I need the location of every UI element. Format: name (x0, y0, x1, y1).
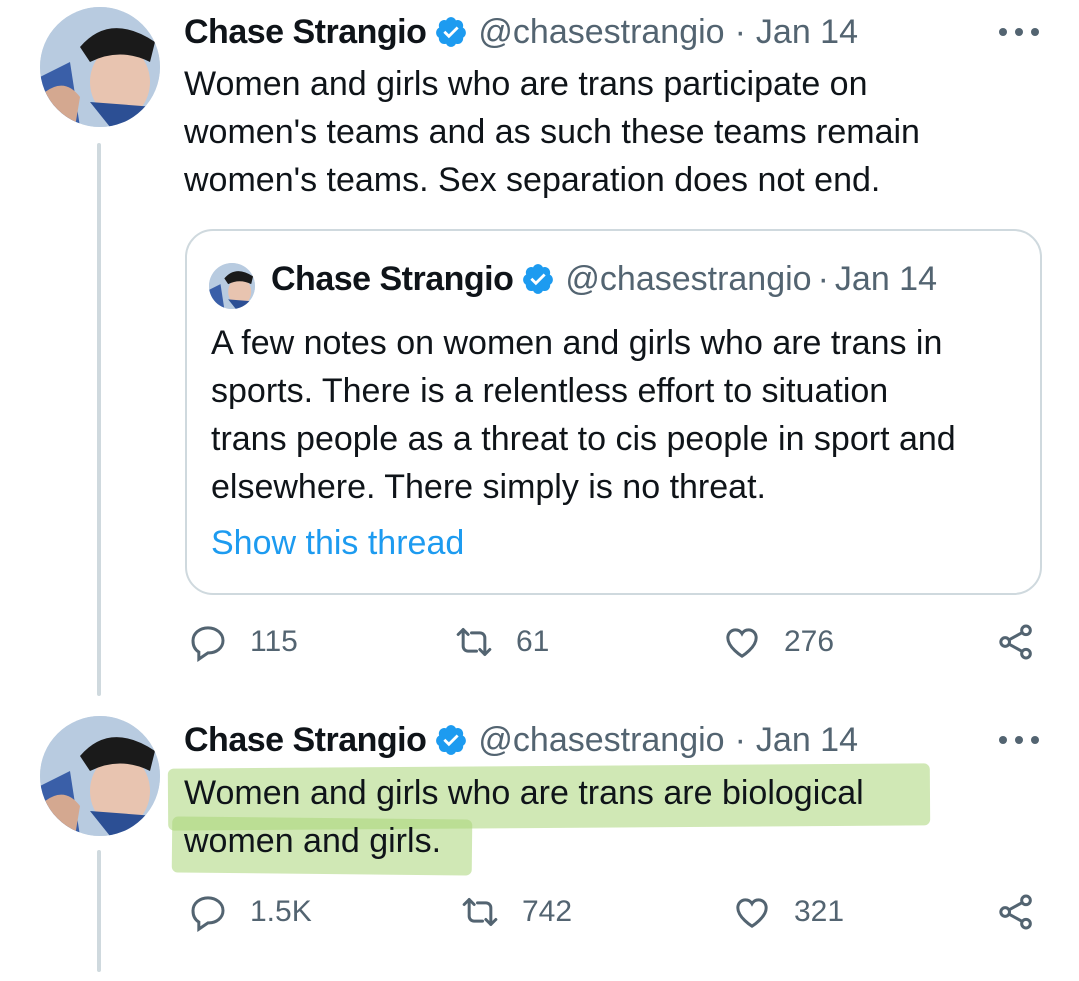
separator: · (734, 12, 746, 51)
tweet-text: Women and girls who are trans are biolog… (184, 769, 864, 865)
share-button[interactable] (996, 617, 1058, 667)
tweet-text-line: women's teams. Sex separation does not e… (184, 161, 881, 199)
like-count: 321 (794, 895, 845, 928)
quoted-date: Jan 14 (834, 259, 938, 298)
retweet-button[interactable]: 742 (460, 887, 572, 937)
tweet-actions: 1.5K 742 321 (184, 887, 1044, 937)
show-thread-link[interactable]: Show this thread (211, 524, 464, 563)
tweet-actions: 115 61 276 (184, 617, 1044, 667)
share-icon (999, 894, 1032, 930)
retweet-button[interactable]: 61 (454, 617, 549, 667)
quoted-text: A few notes on women and girls who are t… (211, 319, 1031, 511)
retweet-icon (456, 628, 492, 656)
separator: · (817, 259, 829, 298)
tweet-1[interactable]: Chase Strangio @chasestrangio · Jan 14 W… (0, 0, 1079, 700)
retweet-icon (462, 898, 498, 926)
retweet-count: 742 (522, 895, 573, 928)
reply-button[interactable]: 1.5K (188, 887, 312, 937)
tweet-header: Chase Strangio @chasestrangio · Jan 14 (184, 12, 858, 52)
author-name[interactable]: Chase Strangio (184, 13, 427, 52)
more-options-icon[interactable] (999, 22, 1039, 42)
separator: · (734, 720, 746, 759)
tweet-text-line: Women and girls who are trans are biolog… (184, 774, 864, 812)
quoted-handle: @chasestrangio (565, 259, 812, 298)
quoted-text-line: sports. There is a relentless effort to … (211, 372, 889, 410)
share-button[interactable] (996, 887, 1058, 937)
tweet-text: Women and girls who are trans participat… (184, 60, 920, 204)
tweet-2[interactable]: Chase Strangio @chasestrangio · Jan 14 W… (0, 700, 1079, 981)
reply-button[interactable]: 115 (188, 617, 298, 667)
verified-badge-icon (436, 725, 467, 755)
more-options-icon[interactable] (999, 730, 1039, 750)
author-handle[interactable]: @chasestrangio (478, 13, 724, 52)
quoted-header: Chase Strangio @chasestrangio · Jan 14 (271, 259, 937, 299)
tweet-header: Chase Strangio @chasestrangio · Jan 14 (184, 720, 858, 760)
tweet-date[interactable]: Jan 14 (756, 721, 858, 760)
quoted-avatar (209, 263, 255, 309)
like-button[interactable]: 321 (732, 887, 844, 937)
reply-count: 115 (250, 625, 298, 658)
share-icon (999, 624, 1032, 660)
avatar[interactable] (40, 716, 160, 836)
reply-icon (191, 896, 225, 932)
avatar[interactable] (40, 7, 160, 127)
reply-icon (191, 626, 225, 662)
verified-badge-icon (436, 17, 467, 47)
thread-connector (97, 143, 101, 696)
author-name[interactable]: Chase Strangio (184, 721, 427, 760)
reply-count: 1.5K (250, 895, 312, 928)
retweet-count: 61 (516, 625, 550, 658)
tweet-date[interactable]: Jan 14 (756, 13, 858, 52)
heart-icon (726, 628, 758, 658)
verified-badge-icon (523, 264, 554, 294)
quoted-tweet[interactable]: Chase Strangio @chasestrangio · Jan 14 A… (185, 229, 1042, 595)
thread-connector (97, 850, 101, 972)
like-button[interactable]: 276 (722, 617, 834, 667)
quoted-text-line: trans people as a threat to cis people i… (211, 420, 956, 458)
tweet-text-line: Women and girls who are trans participat… (184, 65, 868, 103)
author-handle[interactable]: @chasestrangio (478, 721, 724, 760)
quoted-text-line: A few notes on women and girls who are t… (211, 324, 943, 362)
like-count: 276 (784, 625, 835, 658)
quoted-author-name: Chase Strangio (271, 259, 514, 298)
tweet-text-line: women's teams and as such these teams re… (184, 113, 920, 151)
tweet-text-line: women and girls. (184, 822, 442, 860)
heart-icon (736, 898, 768, 928)
quoted-text-line: elsewhere. There simply is no threat. (211, 468, 766, 506)
